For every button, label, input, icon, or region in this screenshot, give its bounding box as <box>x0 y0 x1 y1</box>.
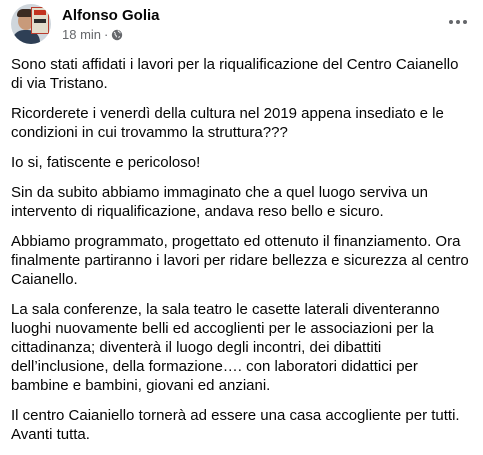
more-dot <box>456 20 460 24</box>
post-paragraph: La sala conferenze, la sala teatro le ca… <box>11 301 440 394</box>
facebook-post: Alfonso Golia 18 min · Sono stati affida… <box>0 0 483 448</box>
more-dot <box>463 20 467 24</box>
post-paragraph: Sono stati affidati i lavori per la riqu… <box>11 56 459 92</box>
post-paragraph: Io si, fatiscente e pericoloso! <box>11 154 201 171</box>
author-name[interactable]: Alfonso Golia <box>62 7 160 25</box>
post-paragraph: Sin da subito abbiamo immaginato che a q… <box>11 184 428 220</box>
author-avatar[interactable] <box>11 4 51 44</box>
more-dot <box>449 20 453 24</box>
post-paragraph: Ricorderete i venerdì della cultura nel … <box>11 105 444 141</box>
more-options-icon[interactable] <box>443 10 473 34</box>
globe-icon[interactable] <box>111 29 123 41</box>
post-text: Sono stati affidati i lavori per la riqu… <box>11 55 474 455</box>
post-paragraph: Abbiamo programmato, progettato ed otten… <box>11 233 469 288</box>
post-timestamp[interactable]: 18 min <box>62 27 101 43</box>
avatar-badge-icon <box>31 7 49 34</box>
post-paragraph: Il centro Caianiello tornerà ad essere u… <box>11 407 460 443</box>
post-meta: 18 min · <box>62 27 123 43</box>
meta-separator: · <box>104 27 109 42</box>
post-header: Alfonso Golia 18 min · <box>11 4 473 48</box>
